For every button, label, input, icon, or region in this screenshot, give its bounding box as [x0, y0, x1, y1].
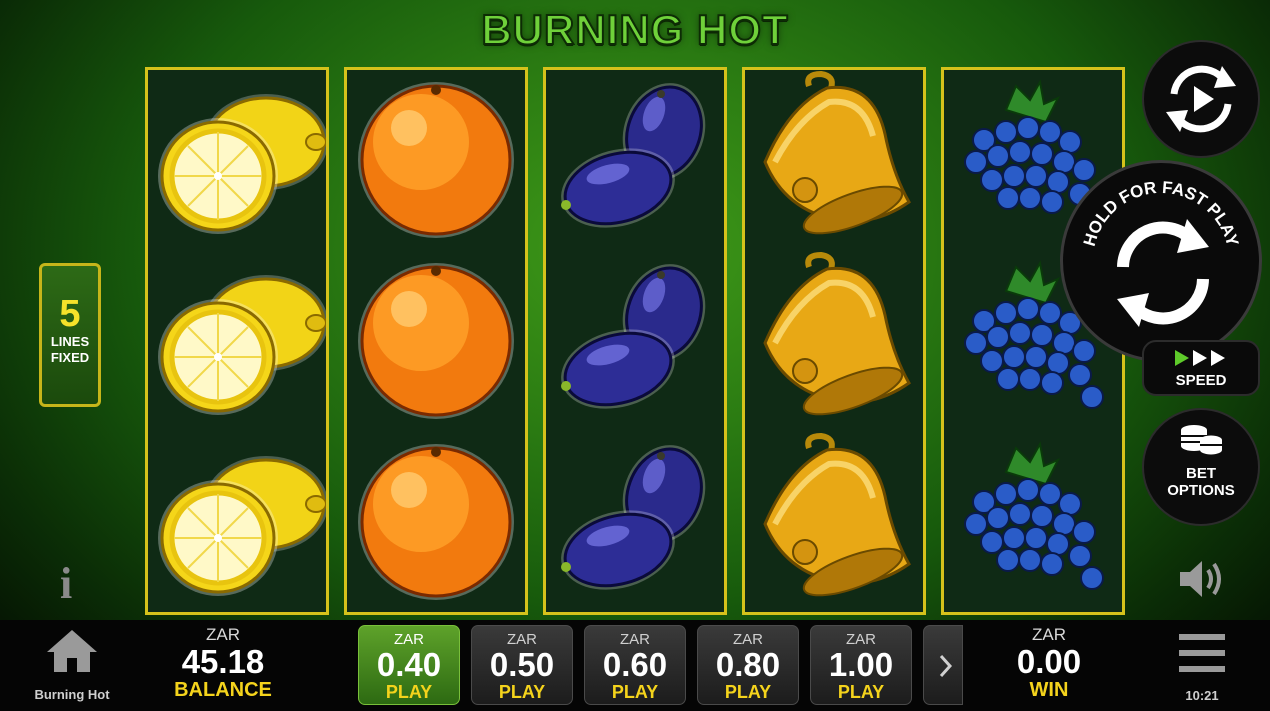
bet-label: PLAY: [385, 682, 433, 702]
reel-2: [344, 67, 528, 615]
grapes-symbol: [944, 432, 1122, 612]
lemon-symbol: [148, 432, 326, 612]
orange-icon: [358, 82, 514, 238]
bet-button[interactable]: ZAR 0.60 PLAY: [584, 625, 686, 705]
lemon-symbol: [148, 70, 326, 250]
bet-label: PLAY: [611, 682, 659, 702]
lemon-icon: [158, 275, 326, 415]
speed-label: SPEED: [1175, 372, 1227, 389]
bet-value: 0.40: [376, 646, 442, 683]
win-value: 0.00: [1016, 643, 1082, 680]
bet-value: 1.00: [828, 646, 894, 683]
bell-symbol: [745, 251, 923, 431]
lines-label: LINES: [50, 334, 90, 349]
chevron-right-icon: [939, 654, 953, 678]
reel-4: [742, 67, 926, 615]
bell-symbol: [745, 70, 923, 250]
plum-icon: [561, 445, 706, 590]
balance-display: ZAR 45.18 BALANCE: [143, 625, 303, 701]
orange-icon: [358, 263, 514, 419]
sound-icon[interactable]: [1176, 556, 1228, 602]
balance-currency: ZAR: [206, 625, 240, 644]
info-icon[interactable]: i: [60, 558, 72, 609]
win-display: ZAR 0.00 WIN: [969, 625, 1129, 701]
bet-value: 0.50: [489, 646, 555, 683]
clock: 10:21: [1185, 688, 1219, 703]
bet-value: 0.60: [602, 646, 668, 683]
bell-icon: [763, 432, 911, 597]
svg-text:HOLD FOR FAST PLAY: HOLD FOR FAST PLAY: [1080, 178, 1243, 249]
lemon-symbol: [148, 251, 326, 431]
plum-symbol: [546, 251, 724, 431]
lines-count: 5: [59, 293, 81, 335]
lemon-icon: [158, 94, 326, 234]
plum-icon: [561, 264, 706, 409]
hamburger-menu-icon: [1179, 634, 1225, 672]
home-label: Burning Hot: [34, 687, 110, 702]
bet-button[interactable]: ZAR 1.00 PLAY: [810, 625, 912, 705]
bet-button[interactable]: ZAR 0.50 PLAY: [471, 625, 573, 705]
plum-icon: [561, 83, 706, 228]
grapes-icon: [964, 441, 1104, 590]
balance-label: BALANCE: [174, 679, 272, 701]
bell-icon: [763, 251, 911, 416]
home-icon: [47, 630, 97, 672]
reel-3: [543, 67, 727, 615]
bet-button[interactable]: ZAR 0.80 PLAY: [697, 625, 799, 705]
spin-hint: HOLD FOR FAST PLAY: [1080, 178, 1243, 249]
bet-options-label-1: BET: [1186, 465, 1216, 482]
balance-value: 45.18: [181, 643, 265, 680]
spin-icon: [1117, 219, 1209, 327]
plum-symbol: [546, 432, 724, 612]
game-title: BURNING HOT: [480, 5, 789, 54]
bet-label: PLAY: [724, 682, 772, 702]
fixed-label: FIXED: [50, 350, 90, 365]
bet-options-label-2: OPTIONS: [1167, 482, 1235, 499]
bet-options-button[interactable]: BET OPTIONS: [1142, 408, 1260, 526]
orange-symbol: [347, 432, 525, 612]
win-label: WIN: [1029, 679, 1069, 701]
bell-icon: [763, 70, 911, 235]
bet-label: PLAY: [498, 682, 546, 702]
spin-button[interactable]: HOLD FOR FAST PLAY: [1060, 160, 1262, 362]
plum-symbol: [546, 70, 724, 250]
win-currency: ZAR: [1032, 625, 1066, 644]
bet-label: PLAY: [837, 682, 885, 702]
spin-graphic: HOLD FOR FAST PLAY: [1080, 178, 1243, 327]
orange-icon: [358, 444, 514, 600]
menu-button[interactable]: [1176, 630, 1228, 678]
autoplay-icon: [1166, 65, 1236, 133]
orange-symbol: [347, 251, 525, 431]
bet-value: 0.80: [715, 646, 781, 683]
orange-symbol: [347, 70, 525, 250]
home-button[interactable]: Burning Hot: [20, 628, 124, 708]
bell-symbol: [745, 432, 923, 612]
speed-button[interactable]: SPEED: [1142, 340, 1260, 396]
bets-next-button[interactable]: [923, 625, 963, 705]
speed-icon: [1175, 350, 1225, 366]
bet-button[interactable]: ZAR 0.40 PLAY: [358, 625, 460, 705]
lemon-icon: [158, 456, 326, 596]
chips-icon: [1181, 425, 1222, 455]
autoplay-button[interactable]: [1142, 40, 1260, 158]
game-stage: BURNING HOT 5 LINES FIXED HOLD FOR FAST …: [0, 0, 1270, 711]
reel-1: [145, 67, 329, 615]
lines-fixed-badge: 5 LINES FIXED: [39, 263, 101, 407]
